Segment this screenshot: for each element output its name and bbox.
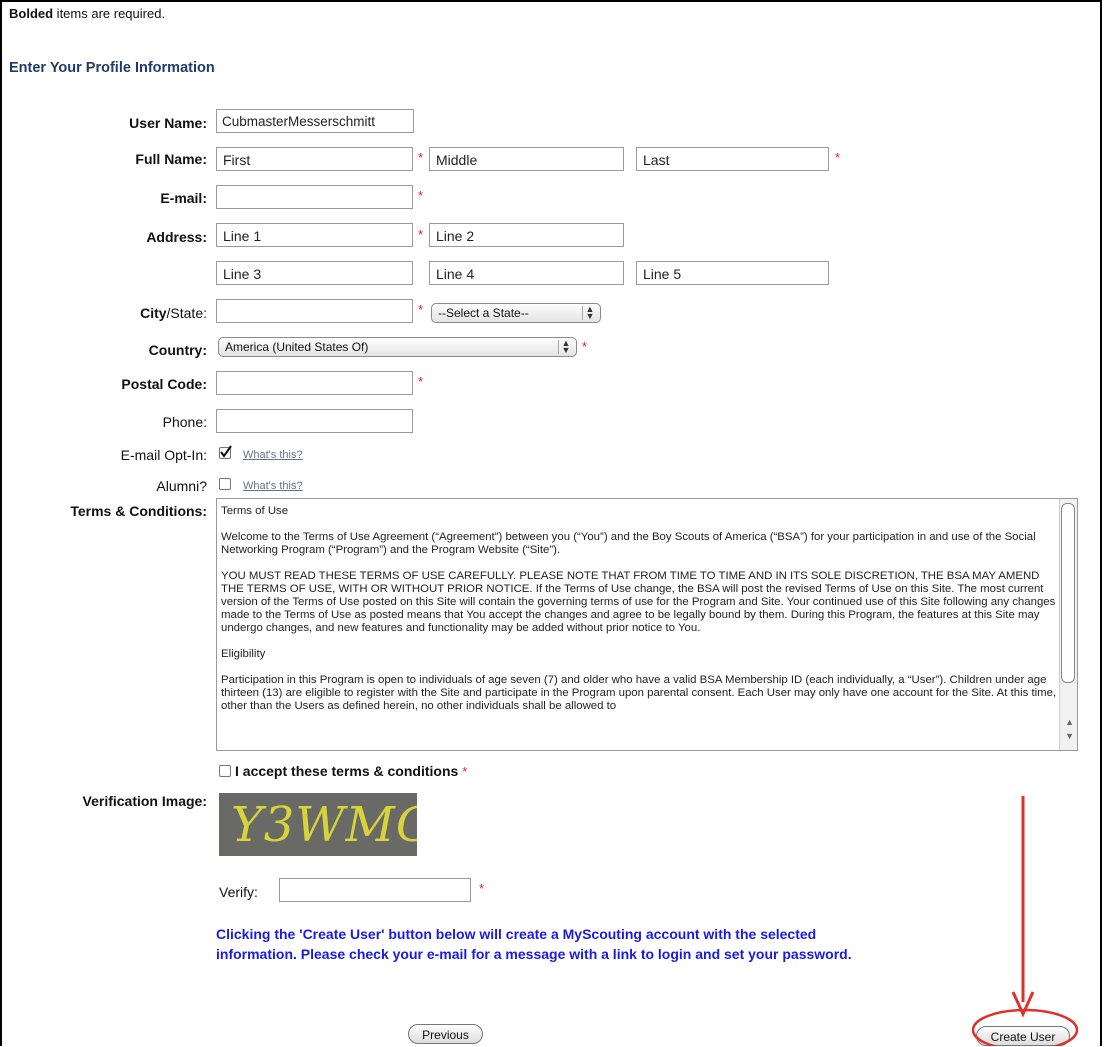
terms-content: Terms of Use Welcome to the Terms of Use… (221, 505, 1057, 726)
select-arrows-icon: ▲ ▼ (582, 305, 597, 321)
required-star: * (418, 150, 424, 165)
country-select[interactable]: America (United States Of) ▲ ▼ (218, 337, 577, 357)
email-optin-checkbox[interactable] (219, 445, 232, 459)
postal-label: Postal Code: (121, 376, 207, 392)
country-label: Country: (148, 342, 207, 358)
address-label: Address: (146, 229, 207, 245)
phone-input[interactable] (216, 409, 413, 433)
whats-this-optin-link[interactable]: What's this? (243, 449, 303, 461)
address-line5-input[interactable]: Line 5 (636, 261, 829, 285)
select-arrows-icon: ▲ ▼ (558, 339, 573, 355)
terms-paragraph: YOU MUST READ THESE TERMS OF USE CAREFUL… (221, 570, 1056, 634)
username-input[interactable]: CubmasterMesserschmitt (216, 109, 414, 133)
alumni-label: Alumni? (156, 478, 207, 494)
section-title: Enter Your Profile Information (9, 60, 215, 76)
create-user-notice: Clicking the 'Create User' button below … (216, 926, 852, 962)
required-star: * (418, 302, 424, 317)
middle-name-input[interactable]: Middle (429, 147, 624, 171)
last-name-input[interactable]: Last (636, 147, 829, 171)
required-star: * (418, 227, 424, 242)
scroll-up-icon[interactable]: ▲ (1065, 717, 1074, 727)
required-star: * (582, 339, 588, 354)
postal-code-input[interactable] (216, 371, 413, 395)
address-line3-input[interactable]: Line 3 (216, 261, 413, 285)
city-input[interactable] (216, 299, 413, 323)
required-star: * (835, 150, 841, 165)
phone-label: Phone: (162, 414, 207, 430)
terms-textarea[interactable]: Terms of Use Welcome to the Terms of Use… (216, 498, 1078, 751)
required-star: * (479, 881, 485, 896)
accept-terms-label: I accept these terms & conditions * (235, 763, 468, 779)
terms-paragraph: Eligibility (221, 648, 266, 660)
fullname-label: Full Name: (135, 151, 207, 167)
terms-scrollbar[interactable]: ▲ ▼ (1059, 499, 1077, 750)
state-select[interactable]: --Select a State-- ▲ ▼ (431, 303, 601, 323)
terms-paragraph: Terms of Use (221, 505, 289, 517)
whats-this-alumni-link[interactable]: What's this? (243, 480, 303, 492)
username-label: User Name: (129, 115, 207, 131)
email-label: E-mail: (160, 190, 207, 206)
verify-input[interactable] (279, 878, 471, 902)
captcha-image: Y3WMG3 (219, 793, 417, 856)
previous-button[interactable]: Previous (408, 1024, 483, 1044)
address-line4-input[interactable]: Line 4 (429, 261, 624, 285)
verification-label: Verification Image: (82, 793, 207, 809)
address-line2-input[interactable]: Line 2 (429, 223, 624, 247)
scroll-down-icon[interactable]: ▼ (1065, 731, 1074, 741)
city-state-label: City/State: (140, 305, 207, 321)
required-star: * (418, 188, 424, 203)
required-star: * (418, 374, 424, 389)
verify-label: Verify: (219, 884, 258, 900)
address-line1-input[interactable]: Line 1 (216, 223, 413, 247)
required-note: Bolded items are required. (9, 6, 166, 21)
annotation-arrow-icon (971, 796, 1079, 1046)
alumni-checkbox[interactable] (219, 478, 231, 490)
checkmark-icon (220, 445, 232, 458)
terms-paragraph: Welcome to the Terms of Use Agreement (“… (221, 531, 1036, 556)
scrollbar-thumb[interactable] (1061, 503, 1075, 683)
terms-label: Terms & Conditions: (70, 503, 207, 519)
email-input[interactable] (216, 185, 413, 209)
accept-terms-checkbox[interactable] (219, 765, 231, 777)
optin-label: E-mail Opt-In: (120, 447, 207, 463)
terms-paragraph: Participation in this Program is open to… (221, 674, 1057, 712)
first-name-input[interactable]: First (216, 147, 413, 171)
